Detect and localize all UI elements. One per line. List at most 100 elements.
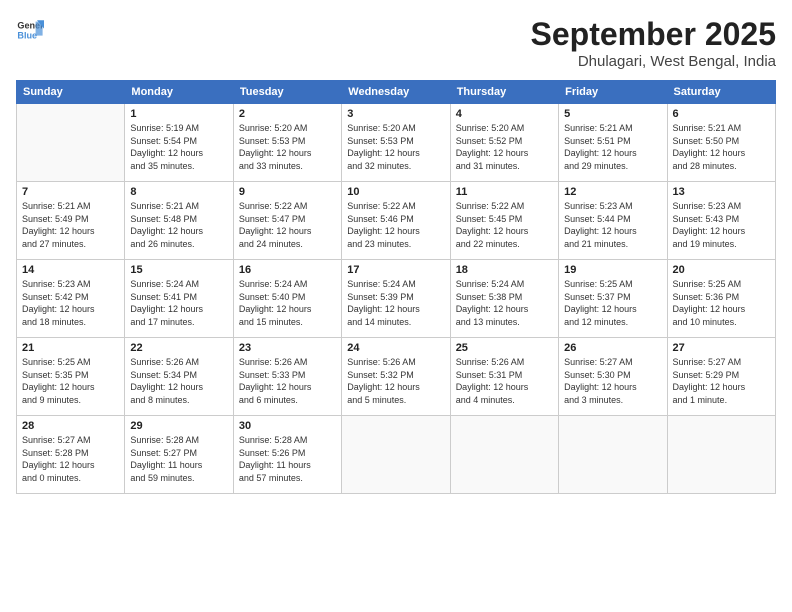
day-info: Sunrise: 5:28 AM Sunset: 5:26 PM Dayligh… [239, 434, 336, 484]
calendar-cell: 9Sunrise: 5:22 AM Sunset: 5:47 PM Daylig… [233, 182, 341, 260]
day-number: 15 [130, 264, 227, 276]
calendar-cell: 21 Sunrise: 5:25 AM Sunset: 5:35 PM Dayli… [17, 338, 125, 416]
day-info: Sunrise: 5:26 AM Sunset: 5:32 PM Dayligh… [347, 356, 444, 406]
week-row-4: 21 Sunrise: 5:25 AM Sunset: 5:35 PM Dayli… [17, 338, 776, 416]
day-number: 3 [347, 108, 444, 120]
day-info: Sunrise: 5:24 AM Sunset: 5:38 PM Dayligh… [456, 278, 553, 328]
weekday-header-tuesday: Tuesday [233, 81, 341, 104]
day-info: Sunrise: 5:26 AM Sunset: 5:34 PM Dayligh… [130, 356, 227, 406]
day-info: Sunrise: 5:24 AM Sunset: 5:41 PM Dayligh… [130, 278, 227, 328]
day-info: Sunrise: 5:22 AM Sunset: 5:47 PM Dayligh… [239, 200, 336, 250]
header: General Blue September 2025 Dhulagari, W… [16, 16, 776, 70]
location-title: Dhulagari, West Bengal, India [531, 53, 776, 70]
day-info: Sunrise: 5:21 AM Sunset: 5:50 PM Dayligh… [673, 122, 770, 172]
calendar-cell [559, 416, 667, 494]
calendar-cell: 3 Sunrise: 5:20 AM Sunset: 5:53 PM Daylig… [342, 104, 450, 182]
calendar-cell: 13Sunrise: 5:23 AM Sunset: 5:43 PM Dayli… [667, 182, 775, 260]
week-row-3: 14 Sunrise: 5:23 AM Sunset: 5:42 PM Dayli… [17, 260, 776, 338]
calendar-cell: 12Sunrise: 5:23 AM Sunset: 5:44 PM Dayli… [559, 182, 667, 260]
day-info: Sunrise: 5:19 AM Sunset: 5:54 PM Dayligh… [130, 122, 227, 172]
weekday-header-saturday: Saturday [667, 81, 775, 104]
day-info: Sunrise: 5:27 AM Sunset: 5:28 PM Dayligh… [22, 434, 119, 484]
calendar-cell: 15 Sunrise: 5:24 AM Sunset: 5:41 PM Dayli… [125, 260, 233, 338]
calendar-cell: 26 Sunrise: 5:27 AM Sunset: 5:30 PM Dayli… [559, 338, 667, 416]
day-info: Sunrise: 5:21 AM Sunset: 5:48 PM Dayligh… [130, 200, 227, 250]
day-number: 24 [347, 342, 444, 354]
day-info: Sunrise: 5:25 AM Sunset: 5:36 PM Dayligh… [673, 278, 770, 328]
day-number: 23 [239, 342, 336, 354]
week-row-2: 7 Sunrise: 5:21 AM Sunset: 5:49 PM Daylig… [17, 182, 776, 260]
day-info: Sunrise: 5:27 AM Sunset: 5:30 PM Dayligh… [564, 356, 661, 406]
day-number: 12 [564, 186, 661, 198]
day-number: 13 [673, 186, 770, 198]
calendar-cell: 20 Sunrise: 5:25 AM Sunset: 5:36 PM Dayli… [667, 260, 775, 338]
day-number: 10 [347, 186, 444, 198]
day-number: 17 [347, 264, 444, 276]
weekday-header-monday: Monday [125, 81, 233, 104]
day-number: 20 [673, 264, 770, 276]
calendar-cell: 7 Sunrise: 5:21 AM Sunset: 5:49 PM Daylig… [17, 182, 125, 260]
calendar-cell: 19Sunrise: 5:25 AM Sunset: 5:37 PM Dayli… [559, 260, 667, 338]
calendar-cell: 2 Sunrise: 5:20 AM Sunset: 5:53 PM Daylig… [233, 104, 341, 182]
day-number: 25 [456, 342, 553, 354]
calendar-cell [342, 416, 450, 494]
day-info: Sunrise: 5:24 AM Sunset: 5:40 PM Dayligh… [239, 278, 336, 328]
day-info: Sunrise: 5:24 AM Sunset: 5:39 PM Dayligh… [347, 278, 444, 328]
weekday-header-thursday: Thursday [450, 81, 558, 104]
title-block: September 2025 Dhulagari, West Bengal, I… [531, 16, 776, 70]
day-info: Sunrise: 5:27 AM Sunset: 5:29 PM Dayligh… [673, 356, 770, 406]
day-number: 29 [130, 420, 227, 432]
day-number: 14 [22, 264, 119, 276]
day-info: Sunrise: 5:20 AM Sunset: 5:52 PM Dayligh… [456, 122, 553, 172]
calendar-cell [17, 104, 125, 182]
calendar-cell: 16 Sunrise: 5:24 AM Sunset: 5:40 PM Dayli… [233, 260, 341, 338]
week-row-1: 1Sunrise: 5:19 AM Sunset: 5:54 PM Daylig… [17, 104, 776, 182]
logo: General Blue [16, 16, 44, 44]
calendar-cell: 18 Sunrise: 5:24 AM Sunset: 5:38 PM Dayli… [450, 260, 558, 338]
day-number: 30 [239, 420, 336, 432]
day-number: 6 [673, 108, 770, 120]
day-number: 8 [130, 186, 227, 198]
calendar-body: 1Sunrise: 5:19 AM Sunset: 5:54 PM Daylig… [17, 104, 776, 494]
calendar-cell: 10Sunrise: 5:22 AM Sunset: 5:46 PM Dayli… [342, 182, 450, 260]
day-number: 28 [22, 420, 119, 432]
calendar-cell: 24 Sunrise: 5:26 AM Sunset: 5:32 PM Dayli… [342, 338, 450, 416]
day-number: 18 [456, 264, 553, 276]
day-info: Sunrise: 5:21 AM Sunset: 5:51 PM Dayligh… [564, 122, 661, 172]
calendar-cell: 11Sunrise: 5:22 AM Sunset: 5:45 PM Dayli… [450, 182, 558, 260]
svg-text:Blue: Blue [17, 30, 37, 40]
weekday-header-wednesday: Wednesday [342, 81, 450, 104]
calendar-table: SundayMondayTuesdayWednesdayThursdayFrid… [16, 80, 776, 494]
day-info: Sunrise: 5:23 AM Sunset: 5:42 PM Dayligh… [22, 278, 119, 328]
calendar-cell: 8 Sunrise: 5:21 AM Sunset: 5:48 PM Daylig… [125, 182, 233, 260]
day-number: 21 [22, 342, 119, 354]
calendar-cell: 30 Sunrise: 5:28 AM Sunset: 5:26 PM Dayli… [233, 416, 341, 494]
day-info: Sunrise: 5:21 AM Sunset: 5:49 PM Dayligh… [22, 200, 119, 250]
logo-icon: General Blue [16, 16, 44, 44]
calendar-cell [450, 416, 558, 494]
weekday-header-sunday: Sunday [17, 81, 125, 104]
month-title: September 2025 [531, 16, 776, 53]
day-info: Sunrise: 5:26 AM Sunset: 5:33 PM Dayligh… [239, 356, 336, 406]
calendar-cell [667, 416, 775, 494]
calendar-cell: 29 Sunrise: 5:28 AM Sunset: 5:27 PM Dayli… [125, 416, 233, 494]
calendar-cell: 17 Sunrise: 5:24 AM Sunset: 5:39 PM Dayli… [342, 260, 450, 338]
day-info: Sunrise: 5:20 AM Sunset: 5:53 PM Dayligh… [239, 122, 336, 172]
day-number: 11 [456, 186, 553, 198]
day-number: 7 [22, 186, 119, 198]
day-number: 16 [239, 264, 336, 276]
calendar-cell: 28 Sunrise: 5:27 AM Sunset: 5:28 PM Dayli… [17, 416, 125, 494]
calendar-cell: 22 Sunrise: 5:26 AM Sunset: 5:34 PM Dayli… [125, 338, 233, 416]
calendar-cell: 25Sunrise: 5:26 AM Sunset: 5:31 PM Dayli… [450, 338, 558, 416]
day-info: Sunrise: 5:28 AM Sunset: 5:27 PM Dayligh… [130, 434, 227, 484]
week-row-5: 28 Sunrise: 5:27 AM Sunset: 5:28 PM Dayli… [17, 416, 776, 494]
day-number: 2 [239, 108, 336, 120]
day-number: 26 [564, 342, 661, 354]
weekday-header-row: SundayMondayTuesdayWednesdayThursdayFrid… [17, 81, 776, 104]
day-info: Sunrise: 5:25 AM Sunset: 5:35 PM Dayligh… [22, 356, 119, 406]
calendar-cell: 27 Sunrise: 5:27 AM Sunset: 5:29 PM Dayli… [667, 338, 775, 416]
day-info: Sunrise: 5:20 AM Sunset: 5:53 PM Dayligh… [347, 122, 444, 172]
day-number: 22 [130, 342, 227, 354]
day-number: 27 [673, 342, 770, 354]
calendar-cell: 6 Sunrise: 5:21 AM Sunset: 5:50 PM Daylig… [667, 104, 775, 182]
